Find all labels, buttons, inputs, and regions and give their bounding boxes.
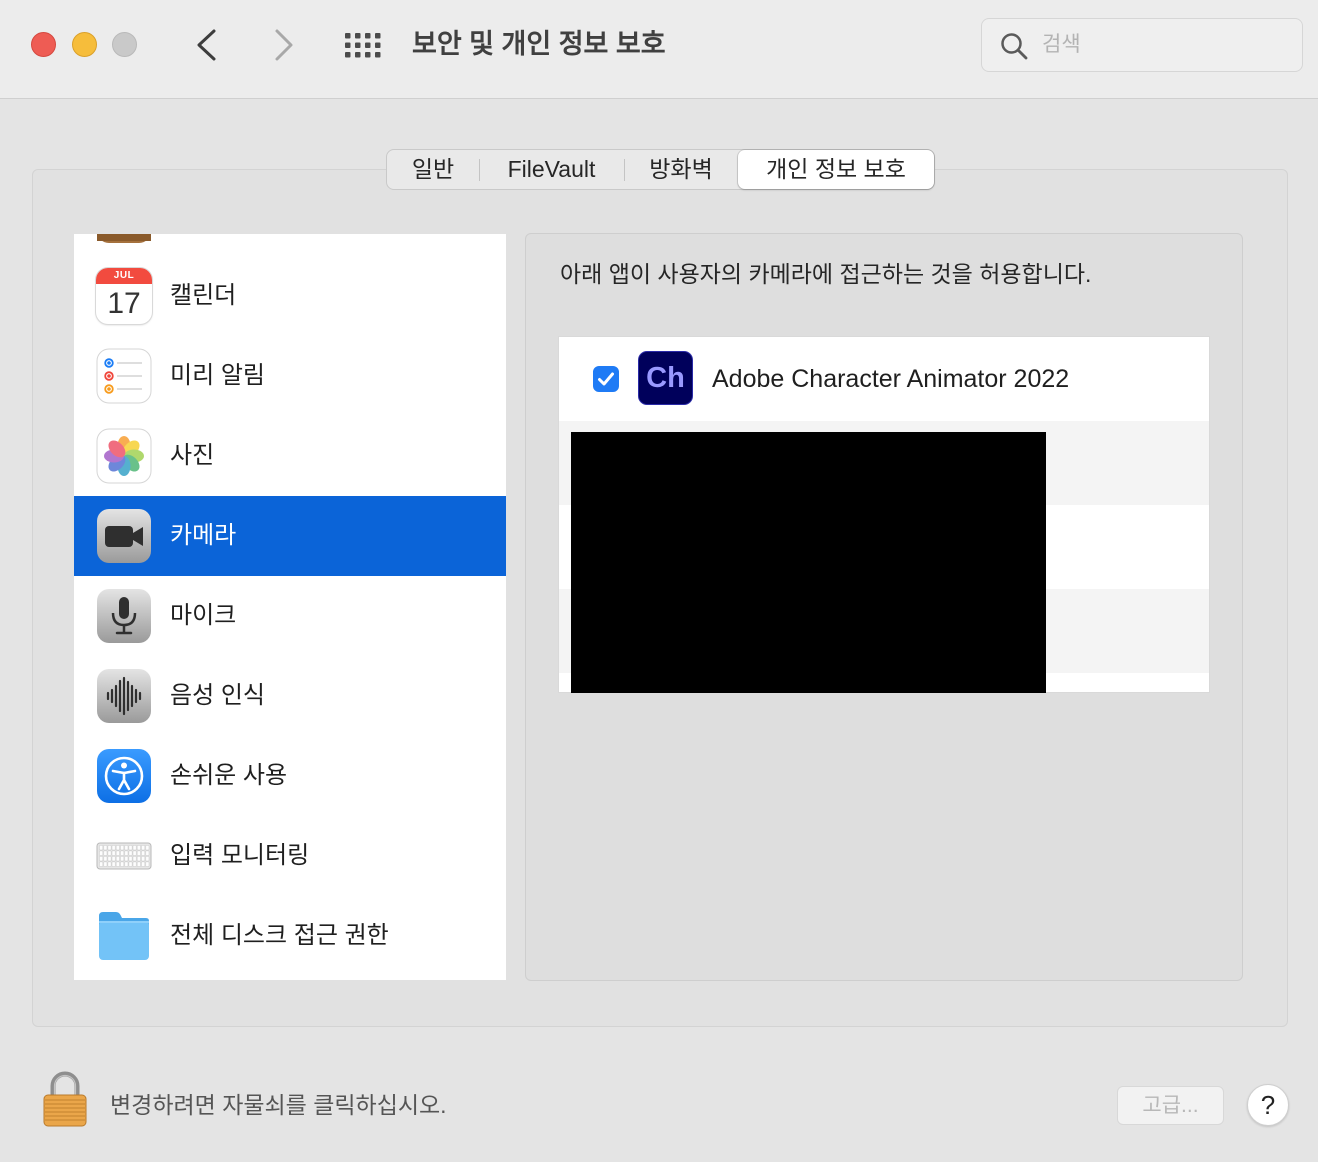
sidebar-item-label: 마이크 (170, 602, 237, 629)
contacts-icon (96, 234, 152, 244)
sidebar-item-full-disk-access[interactable]: 전체 디스크 접근 권한 (74, 896, 506, 976)
calendar-icon-day: 17 (107, 287, 141, 320)
redacted-region (571, 432, 1046, 693)
sidebar-item-camera[interactable]: 카메라 (74, 496, 506, 576)
window-title: 보안 및 개인 정보 보호 (412, 29, 666, 59)
sidebar-item-speech-recognition[interactable]: 음성 인식 (74, 656, 506, 736)
search-input[interactable] (1040, 19, 1290, 71)
sidebar-item-photos[interactable]: 사진 (74, 416, 506, 496)
calendar-icon: JUL 17 (96, 268, 152, 324)
reminders-icon (96, 348, 152, 404)
calendar-icon-month: JUL (96, 268, 152, 284)
sidebar-item-input-monitoring[interactable]: 입력 모니터링 (74, 816, 506, 896)
tab-privacy[interactable]: 개인 정보 보호 (738, 150, 934, 189)
tab-bar: 일반 FileVault 방화벽 개인 정보 보호 (386, 149, 935, 190)
accessibility-icon (96, 748, 152, 804)
sidebar-item-reminders[interactable]: 미리 알림 (74, 336, 506, 416)
camera-icon (96, 508, 152, 564)
folder-icon (96, 908, 152, 964)
lock-message: 변경하려면 자물쇠를 클릭하십시오. (110, 1092, 447, 1118)
sidebar-item-accessibility[interactable]: 손쉬운 사용 (74, 736, 506, 816)
search-field[interactable] (981, 18, 1303, 72)
help-button[interactable]: ? (1247, 1084, 1289, 1126)
grid-icon[interactable] (344, 32, 384, 60)
detail-description: 아래 앱이 사용자의 카메라에 접근하는 것을 허용합니다. (560, 261, 1092, 287)
photos-icon (96, 428, 152, 484)
tab-general[interactable]: 일반 (387, 150, 479, 189)
sidebar-item-label: 입력 모니터링 (170, 842, 310, 869)
tab-filevault[interactable]: FileVault (479, 150, 624, 189)
speech-recognition-icon (96, 668, 152, 724)
close-button[interactable] (31, 32, 56, 57)
sidebar-item-label: 카메라 (170, 522, 237, 549)
checkmark-icon (598, 372, 614, 386)
app-name: Adobe Character Animator 2022 (712, 365, 1070, 393)
sidebar-item-label: 미리 알림 (170, 362, 265, 389)
sidebar-item-microphone[interactable]: 마이크 (74, 576, 506, 656)
tab-firewall[interactable]: 방화벽 (624, 150, 738, 189)
character-animator-icon: Ch (638, 351, 693, 405)
privacy-category-list[interactable]: JUL 17 캘린더 미리 알림 사진 카메라 마이크 음성 인식 손쉬운 사용… (74, 234, 506, 980)
microphone-icon (96, 588, 152, 644)
sidebar-item-label: 사진 (170, 442, 215, 469)
lock-icon[interactable] (42, 1071, 88, 1127)
app-permission-checkbox[interactable] (593, 366, 619, 392)
minimize-button[interactable] (72, 32, 97, 57)
keyboard-icon (96, 828, 152, 884)
sidebar-item-calendar[interactable]: JUL 17 캘린더 (74, 256, 506, 336)
app-row[interactable]: Ch Adobe Character Animator 2022 (559, 337, 1209, 421)
chevron-left-icon[interactable] (196, 28, 220, 62)
chevron-right-icon (275, 29, 293, 61)
sidebar-item-label: 캘린더 (170, 282, 237, 309)
sidebar-item-label: 전체 디스크 접근 권한 (170, 922, 389, 949)
search-icon (1001, 33, 1028, 60)
advanced-button[interactable]: 고급... (1117, 1086, 1224, 1125)
sidebar-item-label: 손쉬운 사용 (170, 762, 288, 789)
sidebar-item-label: 음성 인식 (170, 682, 265, 709)
title-bar: 보안 및 개인 정보 보호 (0, 0, 1318, 99)
sidebar-item-contacts[interactable] (74, 234, 506, 256)
zoom-button (112, 32, 137, 57)
